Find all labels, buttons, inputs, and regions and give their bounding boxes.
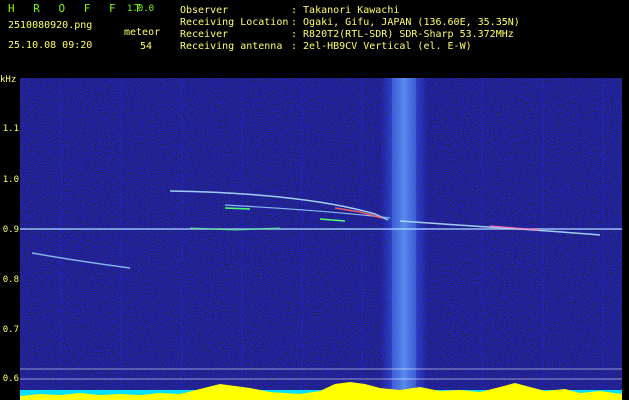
y-tick-label: 1.1 xyxy=(2,124,19,134)
receiver-key: Receiver xyxy=(180,29,229,40)
y-tick-label: 0.9 xyxy=(2,225,19,235)
interference-core xyxy=(392,78,416,400)
app-version: 1.0.0 xyxy=(127,4,155,14)
antenna-value: : 2el-HB9CV Vertical (el. E-W) xyxy=(291,41,472,52)
spectrogram-noise xyxy=(20,78,622,400)
y-tick-label: 0.7 xyxy=(2,325,19,335)
y-tick-label: 0.6 xyxy=(2,374,19,384)
location-key: Receiving Location xyxy=(180,17,289,28)
image-filename: 2510080920.png xyxy=(8,20,93,31)
observer-key: Observer xyxy=(180,5,229,16)
timestamp: 25.10.08 09:20 xyxy=(8,40,93,51)
antenna-key: Receiving antenna xyxy=(180,41,283,52)
y-axis-unit: kHz xyxy=(0,75,17,85)
spectrogram xyxy=(20,78,622,400)
y-tick-label: 1.0 xyxy=(2,175,19,185)
header-panel: H R O F F T 1.0.0 2510080920.png 25.10.0… xyxy=(0,0,629,78)
receiver-value: : R820T2(RTL-SDR) SDR-Sharp 53.372MHz xyxy=(291,29,514,40)
location-value: : Ogaki, Gifu, JAPAN (136.60E, 35.35N) xyxy=(291,17,520,28)
observer-value: : Takanori Kawachi xyxy=(291,5,400,16)
meteor-label: meteor xyxy=(124,27,161,38)
echo-trace-strong xyxy=(224,207,251,210)
y-tick-label: 0.8 xyxy=(2,275,19,285)
meteor-count: 54 xyxy=(140,41,153,52)
